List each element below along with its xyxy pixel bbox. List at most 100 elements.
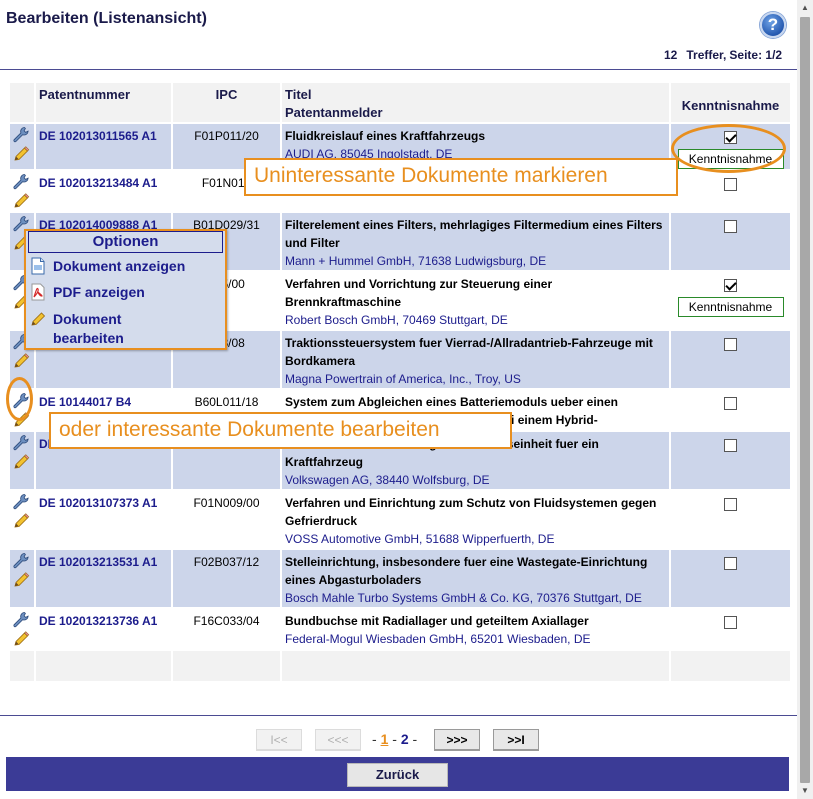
patent-number-link[interactable]: DE 102013011565 A1 [39, 129, 157, 143]
option-edit-document[interactable]: Dokument bearbeiten [30, 310, 153, 348]
title-cell: Bundbuchse mit Radiallager und geteiltem… [282, 609, 669, 649]
first-page-button[interactable]: I<< [256, 729, 302, 751]
acknowledgement-cell [671, 390, 790, 430]
help-icon[interactable]: ? [760, 12, 786, 38]
acknowledgement-cell: Kenntnisnahme [671, 272, 790, 329]
row-tools-cell [10, 171, 34, 211]
empty-cell [36, 651, 171, 681]
pencil-icon[interactable] [12, 512, 30, 531]
patent-number-link[interactable]: DE 10144017 B4 [39, 395, 131, 409]
next-page-button[interactable]: >>> [434, 729, 480, 751]
hit-label: Treffer, [686, 48, 727, 62]
table-row: DE 102013213531 A1 F02B037/12 Stelleinri… [10, 550, 790, 607]
highlight-oval-acknowledgement [671, 124, 786, 173]
column-header-title-label: Titel [285, 87, 312, 102]
empty-cell [282, 651, 669, 681]
patent-number-link[interactable]: DE 102013213736 A1 [39, 614, 157, 628]
wrench-icon[interactable] [12, 611, 30, 630]
acknowledgement-cell [671, 609, 790, 649]
acknowledge-checkbox[interactable] [724, 439, 737, 453]
acknowledge-checkbox[interactable] [724, 338, 737, 352]
options-popup: Optionen Dokument anzeigen PDF anzeigen … [24, 229, 227, 350]
patent-number-cell: DE 102013213484 A1 [36, 171, 171, 211]
column-header-ipc: IPC [173, 83, 280, 122]
patent-title: Traktionssteuersystem fuer Vierrad-/Allr… [285, 336, 653, 368]
page-link-2[interactable]: 2 [401, 731, 409, 747]
acknowledgement-cell [671, 432, 790, 489]
row-tools-cell [10, 491, 34, 548]
divider [0, 69, 797, 70]
pencil-icon[interactable] [12, 352, 30, 371]
last-page-button[interactable]: >>I [493, 729, 539, 751]
back-button[interactable]: Zurück [347, 763, 448, 787]
pencil-icon[interactable] [12, 192, 30, 211]
callout-edit-documents: oder interessante Dokumente bearbeiten [49, 412, 512, 449]
page-indicator: Seite: 1/2 [729, 48, 783, 62]
hit-count: 12 [664, 48, 678, 62]
row-tools-cell [10, 124, 34, 169]
option-show-document[interactable]: Dokument anzeigen [30, 257, 185, 276]
acknowledgement-cell [671, 550, 790, 607]
scroll-down-arrow-icon[interactable]: ▼ [797, 783, 813, 799]
acknowledge-checkbox[interactable] [724, 220, 737, 234]
patent-applicant: VOSS Automotive GmbH, 51688 Wipperfuerth… [285, 532, 555, 546]
patent-applicant: Magna Powertrain of America, Inc., Troy,… [285, 372, 521, 386]
patent-applicant: Volkswagen AG, 38440 Wolfsburg, DE [285, 473, 490, 487]
acknowledge-checkbox[interactable] [724, 397, 737, 411]
patent-number-link[interactable]: DE 102013107373 A1 [39, 496, 157, 510]
acknowledgement-cell [671, 491, 790, 548]
scroll-up-arrow-icon[interactable]: ▲ [797, 0, 813, 16]
wrench-icon[interactable] [12, 493, 30, 512]
previous-page-button[interactable]: <<< [315, 729, 361, 751]
divider [0, 715, 797, 716]
ipc-cell: F01N009/00 [173, 491, 280, 548]
document-icon [31, 257, 45, 275]
wrench-icon[interactable] [12, 552, 30, 571]
wrench-icon[interactable] [12, 126, 30, 145]
column-header-tools [10, 83, 34, 122]
row-tools-cell [10, 550, 34, 607]
highlight-oval-tools [6, 377, 33, 421]
pencil-icon[interactable] [12, 571, 30, 590]
patent-title: Stelleinrichtung, insbesondere fuer eine… [285, 555, 648, 587]
acknowledge-checkbox[interactable] [724, 616, 737, 630]
page-links: - 1 - 2 - [372, 731, 418, 747]
pdf-icon [31, 283, 45, 301]
hit-summary: 12 Treffer, Seite: 1/2 [664, 48, 782, 62]
acknowledge-checkbox[interactable] [724, 557, 737, 571]
results-body: DE 102013011565 A1 F01P011/20 Fluidkreis… [10, 124, 790, 681]
scrollbar-thumb[interactable] [800, 17, 810, 783]
option-edit-document-label: Dokument bearbeiten [53, 311, 124, 346]
row-tools-cell [10, 609, 34, 649]
column-header-acknowledgement: Kenntnisnahme [671, 83, 790, 122]
title-cell: Stelleinrichtung, insbesondere fuer eine… [282, 550, 669, 607]
acknowledgement-cell [671, 171, 790, 211]
patent-applicant: Federal-Mogul Wiesbaden GmbH, 65201 Wies… [285, 632, 591, 646]
patent-number-link[interactable]: DE 102013213484 A1 [39, 176, 157, 190]
title-cell: Traktionssteuersystem fuer Vierrad-/Allr… [282, 331, 669, 388]
acknowledge-checkbox[interactable] [724, 498, 737, 512]
column-header-patent-number: Patentnummer [36, 83, 171, 122]
ipc-cell: F02B037/12 [173, 550, 280, 607]
empty-cell [671, 651, 790, 681]
page-title: Bearbeiten (Listenansicht) [6, 10, 207, 27]
acknowledgement-cell [671, 331, 790, 388]
wrench-icon[interactable] [12, 173, 30, 192]
acknowledge-checkbox[interactable] [724, 178, 737, 192]
row-tools-cell [10, 432, 34, 489]
patent-title: Verfahren und Vorrichtung zur Steuerung … [285, 277, 553, 309]
patent-number-cell: DE 102013213736 A1 [36, 609, 171, 649]
vertical-scrollbar[interactable]: ▲ ▼ [797, 0, 813, 799]
pencil-icon[interactable] [12, 145, 30, 164]
acknowledge-button[interactable]: Kenntnisnahme [677, 297, 784, 317]
acknowledge-checkbox[interactable] [724, 279, 737, 293]
option-show-pdf[interactable]: PDF anzeigen [30, 283, 145, 302]
wrench-icon[interactable] [12, 434, 30, 453]
patent-number-cell: DE 102013213531 A1 [36, 550, 171, 607]
patent-title: Fluidkreislauf eines Kraftfahrzeugs [285, 129, 486, 143]
patent-number-link[interactable]: DE 102013213531 A1 [39, 555, 157, 569]
table-header-row: Patentnummer IPC Titel Patentanmelder Ke… [10, 83, 790, 122]
pencil-icon[interactable] [12, 630, 30, 649]
column-header-title: Titel Patentanmelder [282, 83, 669, 122]
pencil-icon[interactable] [12, 453, 30, 472]
